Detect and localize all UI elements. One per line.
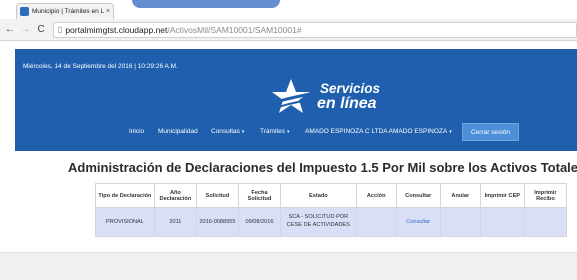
logo-text-line1: Servicios	[320, 81, 381, 96]
cell-estado: SCA - SOLICITUD POR CESE DE ACTIVIDADES	[280, 207, 357, 237]
cell-solicitud: 2016-0088955	[195, 207, 239, 237]
column-header: Consultar	[395, 183, 441, 208]
cell-imprimir-recibo	[523, 207, 568, 237]
cell-anio: 2011	[153, 207, 197, 237]
page-title: Administración de Declaraciones del Impu…	[68, 160, 577, 175]
table-row: PROVISIONAL 2011 2016-0088955 09/08/2016…	[95, 207, 568, 237]
nav-consultas[interactable]: Consultas ▾	[211, 128, 244, 135]
address-bar: ← → C ▯ portalmimgtst.cloudapp.net /Acti…	[0, 19, 577, 41]
chevron-down-icon: ▾	[449, 129, 452, 135]
nav-consultas-label: Consultas	[211, 128, 240, 135]
column-header: Estado	[280, 183, 357, 208]
reload-icon[interactable]: C	[35, 24, 47, 35]
nav-inicio[interactable]: Inicio	[129, 128, 144, 135]
column-header: Tipo de Declaración	[95, 183, 155, 208]
close-icon[interactable]: ×	[106, 8, 110, 15]
site-logo[interactable]: Servicios en línea	[265, 77, 415, 117]
browser-tabstrip: Municipio | Trámites en L ×	[0, 0, 577, 19]
cell-anular	[439, 207, 481, 237]
column-header: Solicitud	[195, 183, 239, 208]
declarations-table: Tipo de Declaración Año Declaración Soli…	[95, 183, 568, 237]
main-nav: Inicio Municipalidad Consultas ▾ Trámites…	[15, 123, 577, 143]
cell-imprimir-cep	[479, 207, 525, 237]
tab-title: Municipio | Trámites en L	[32, 8, 104, 15]
nav-user-label: AMADO ESPINOZA C LTDA AMADO ESPINOZA	[305, 128, 448, 135]
column-header: Fecha Solicitud	[237, 183, 282, 208]
column-header: Año Declaración	[153, 183, 197, 208]
chevron-down-icon: ▾	[287, 129, 290, 135]
url-input[interactable]: ▯ portalmimgtst.cloudapp.net /ActivosMil…	[52, 21, 577, 38]
logout-button[interactable]: Cerrar sesión	[462, 123, 519, 141]
consultar-link[interactable]: Consultar	[395, 207, 441, 237]
back-icon[interactable]: ←	[4, 24, 16, 35]
redacted-tab-area	[132, 0, 280, 8]
favicon-icon	[20, 7, 29, 16]
cell-fecha: 09/08/2016	[237, 207, 282, 237]
nav-user-menu[interactable]: AMADO ESPINOZA C LTDA AMADO ESPINOZA ▾	[305, 128, 452, 135]
page-footer-band	[0, 252, 577, 280]
column-header: Acción	[355, 183, 397, 208]
cell-accion	[355, 207, 397, 237]
table-header-row: Tipo de Declaración Año Declaración Soli…	[95, 183, 568, 208]
forward-icon[interactable]: →	[20, 24, 32, 35]
page-icon: ▯	[57, 25, 63, 34]
column-header: Anular	[439, 183, 481, 208]
star-logo-icon	[265, 79, 325, 113]
logo-text-line2: en línea	[317, 95, 377, 112]
site-header: Miércoles, 14 de Septiembre del 2016 | 1…	[15, 49, 577, 151]
cell-tipo: PROVISIONAL	[95, 207, 155, 237]
url-host: portalmimgtst.cloudapp.net	[65, 24, 168, 35]
browser-tab[interactable]: Municipio | Trámites en L ×	[16, 3, 114, 19]
url-path: /ActivosMil/SAM10001/SAM10001#	[167, 24, 302, 35]
nav-tramites-label: Trámites	[260, 128, 286, 135]
nav-tramites[interactable]: Trámites ▾	[260, 128, 290, 135]
current-datetime: Miércoles, 14 de Septiembre del 2016 | 1…	[23, 63, 178, 70]
column-header: Imprimir CEP	[479, 183, 525, 208]
nav-municipalidad[interactable]: Municipalidad	[158, 128, 198, 135]
chevron-down-icon: ▾	[241, 129, 245, 135]
column-header: Imprimir Recibo	[523, 183, 568, 208]
